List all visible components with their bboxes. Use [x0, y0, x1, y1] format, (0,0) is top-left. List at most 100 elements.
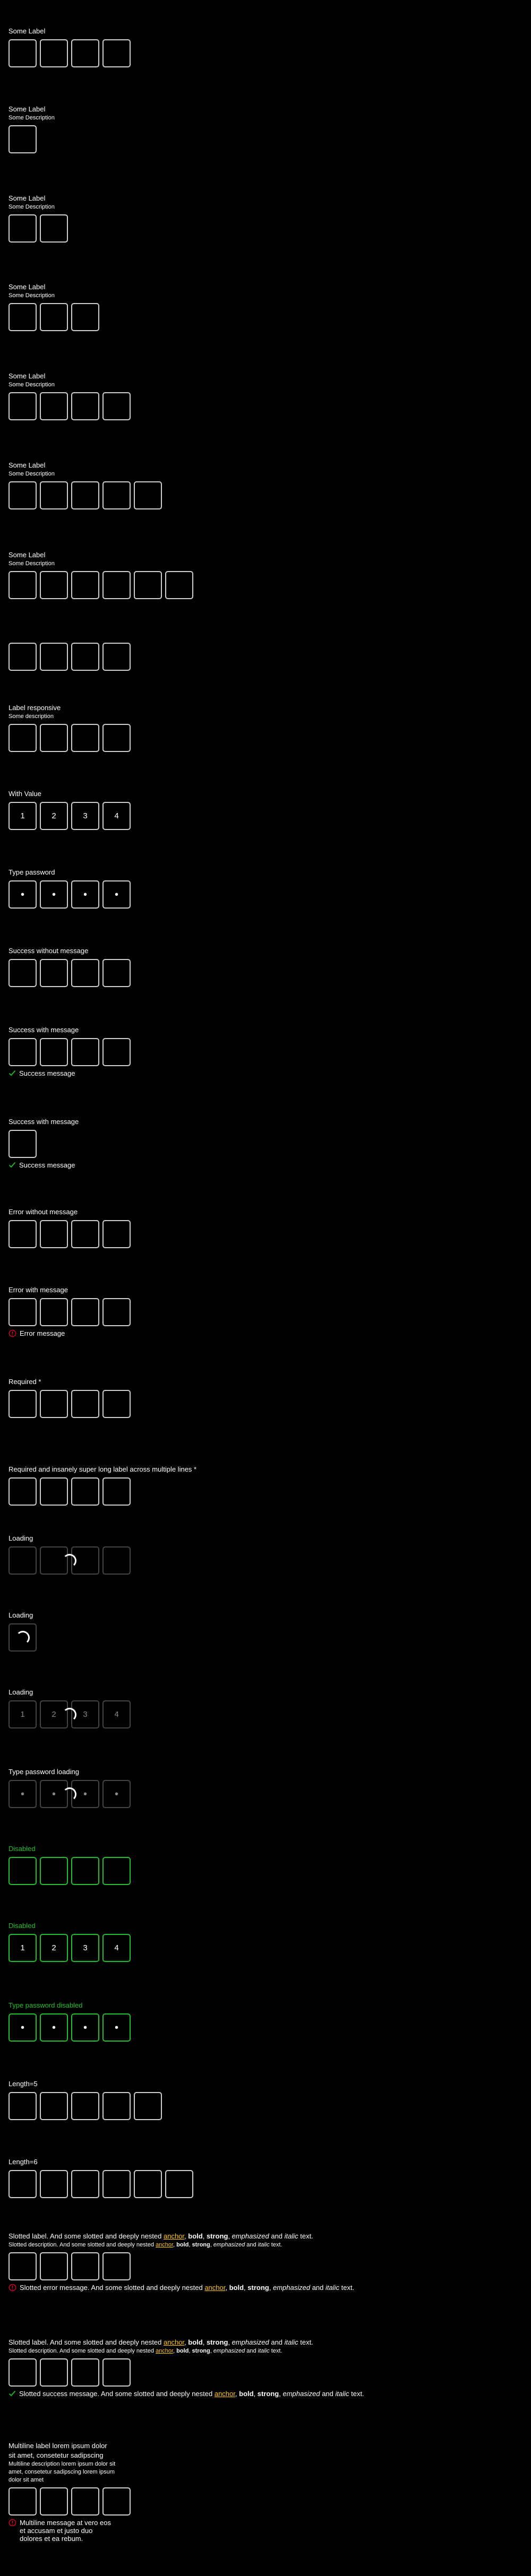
pin-code-input-1[interactable] — [8, 2487, 37, 2516]
pin-code-input-2[interactable] — [40, 481, 68, 509]
pin-code-input-1[interactable] — [8, 2358, 37, 2387]
pin-code-input-4[interactable] — [102, 1477, 131, 1506]
pin-code-input-2[interactable] — [40, 1220, 68, 1248]
pin-code-input-4[interactable] — [102, 1220, 131, 1248]
pin-code-input-4[interactable] — [102, 643, 131, 671]
anchor-link[interactable]: anchor — [164, 2338, 184, 2346]
pin-code-input-5[interactable] — [134, 2170, 162, 2198]
pin-code-input-3[interactable] — [71, 1220, 99, 1248]
pin-code-input-1[interactable] — [8, 1220, 37, 1248]
pin-code-input-2[interactable] — [40, 2170, 68, 2198]
pin-code-input-2[interactable] — [40, 1298, 68, 1326]
pin-code-input-1[interactable] — [8, 571, 37, 599]
pin-code-input-1[interactable]: 1 — [8, 802, 37, 830]
pin-code-input-6[interactable] — [165, 2170, 193, 2198]
anchor-link[interactable]: anchor — [164, 2232, 184, 2240]
pin-code-label: Some Label — [8, 372, 46, 380]
pin-code-input-4[interactable] — [102, 1038, 131, 1066]
pin-code-input-3[interactable] — [71, 2487, 99, 2516]
anchor-link[interactable]: anchor — [156, 2348, 173, 2354]
pin-code-input-2[interactable] — [40, 2487, 68, 2516]
pin-code-input-3[interactable]: • — [71, 880, 99, 909]
pin-code-input-2[interactable] — [40, 39, 68, 67]
pin-code-input-4[interactable] — [102, 1390, 131, 1418]
pin-code-input-1[interactable] — [8, 2252, 37, 2280]
anchor-link[interactable]: anchor — [215, 2390, 235, 2398]
pin-code-input-1[interactable] — [8, 303, 37, 331]
pin-code-input-4[interactable] — [102, 1298, 131, 1326]
pin-code-input-1[interactable] — [8, 1390, 37, 1418]
pin-code-input-4[interactable] — [102, 2092, 131, 2120]
pin-code-input-2[interactable]: 2 — [40, 802, 68, 830]
pin-code-input-6[interactable] — [165, 571, 193, 599]
pin-code-input-2[interactable] — [40, 959, 68, 987]
pin-code-input-3[interactable] — [71, 1298, 99, 1326]
pin-code-input-1[interactable] — [8, 39, 37, 67]
pin-code-input-1[interactable] — [8, 2092, 37, 2120]
pin-code-input-4[interactable] — [102, 2252, 131, 2280]
pin-code-input-2[interactable] — [40, 214, 68, 243]
pin-code-input-4[interactable] — [102, 392, 131, 420]
pin-code-input-2[interactable] — [40, 724, 68, 752]
pin-code-input-2[interactable] — [40, 2358, 68, 2387]
pin-code-value: • — [20, 1788, 24, 1800]
pin-code-input-4[interactable] — [102, 724, 131, 752]
pin-code-input-1[interactable] — [8, 643, 37, 671]
pin-code-input-4[interactable] — [102, 571, 131, 599]
pin-code-input-2[interactable] — [40, 2092, 68, 2120]
pin-code-input-2[interactable] — [40, 571, 68, 599]
pin-code-input-1[interactable] — [8, 724, 37, 752]
pin-code-input-3[interactable]: 3 — [71, 802, 99, 830]
pin-code-input-3[interactable] — [71, 724, 99, 752]
loading-spinner-icon — [63, 1707, 76, 1722]
pin-code-input-1[interactable] — [8, 1477, 37, 1506]
pin-code-input-1[interactable]: • — [8, 880, 37, 909]
pin-code-input-4[interactable]: • — [102, 880, 131, 909]
pin-code-input-2[interactable] — [40, 2252, 68, 2280]
success-message: Success message — [8, 1069, 465, 1078]
pin-code-input-3[interactable] — [71, 959, 99, 987]
pin-code-label: Label responsive — [8, 704, 61, 712]
pin-code-input-2[interactable] — [40, 1477, 68, 1506]
pin-code-input-3[interactable] — [71, 1038, 99, 1066]
pin-code-input-3[interactable] — [71, 481, 99, 509]
pin-code-input-1[interactable] — [8, 392, 37, 420]
pin-code-input-3[interactable] — [71, 2358, 99, 2387]
pin-code-input-4[interactable] — [102, 2358, 131, 2387]
pin-code-input-1[interactable] — [8, 125, 37, 153]
pin-code-input-3[interactable] — [71, 2092, 99, 2120]
pin-code-input-3[interactable] — [71, 1477, 99, 1506]
pin-code-input-5[interactable] — [134, 481, 162, 509]
pin-code-input-3[interactable] — [71, 392, 99, 420]
pin-code-input-2[interactable] — [40, 1038, 68, 1066]
pin-code-input-2[interactable] — [40, 303, 68, 331]
pin-code-input-1[interactable] — [8, 2170, 37, 2198]
pin-code-input-4[interactable] — [102, 2170, 131, 2198]
pin-code-input-2[interactable]: • — [40, 880, 68, 909]
pin-code-input-3[interactable] — [71, 2252, 99, 2280]
pin-code-input-4[interactable] — [102, 2487, 131, 2516]
pin-code-input-1[interactable] — [8, 959, 37, 987]
pin-code-input-1[interactable] — [8, 1130, 37, 1158]
pin-code-input-3[interactable] — [71, 1390, 99, 1418]
pin-code-input-3[interactable] — [71, 303, 99, 331]
pin-code-input-5[interactable] — [134, 571, 162, 599]
pin-code-input-5[interactable] — [134, 2092, 162, 2120]
pin-code-input-2[interactable] — [40, 643, 68, 671]
pin-code-input-4[interactable]: 4 — [102, 802, 131, 830]
anchor-link[interactable]: anchor — [156, 2242, 173, 2248]
pin-code-input-1[interactable] — [8, 1038, 37, 1066]
pin-code-input-4[interactable] — [102, 39, 131, 67]
pin-code-input-1[interactable] — [8, 1298, 37, 1326]
pin-code-input-3[interactable] — [71, 39, 99, 67]
pin-code-input-3[interactable] — [71, 571, 99, 599]
pin-code-input-4[interactable] — [102, 481, 131, 509]
anchor-link[interactable]: anchor — [204, 2284, 225, 2292]
pin-code-input-4[interactable] — [102, 959, 131, 987]
pin-code-input-1[interactable] — [8, 214, 37, 243]
pin-code-input-2[interactable] — [40, 392, 68, 420]
pin-code-input-3[interactable] — [71, 2170, 99, 2198]
pin-code-input-2[interactable] — [40, 1390, 68, 1418]
pin-code-input-1[interactable] — [8, 481, 37, 509]
pin-code-input-3[interactable] — [71, 643, 99, 671]
